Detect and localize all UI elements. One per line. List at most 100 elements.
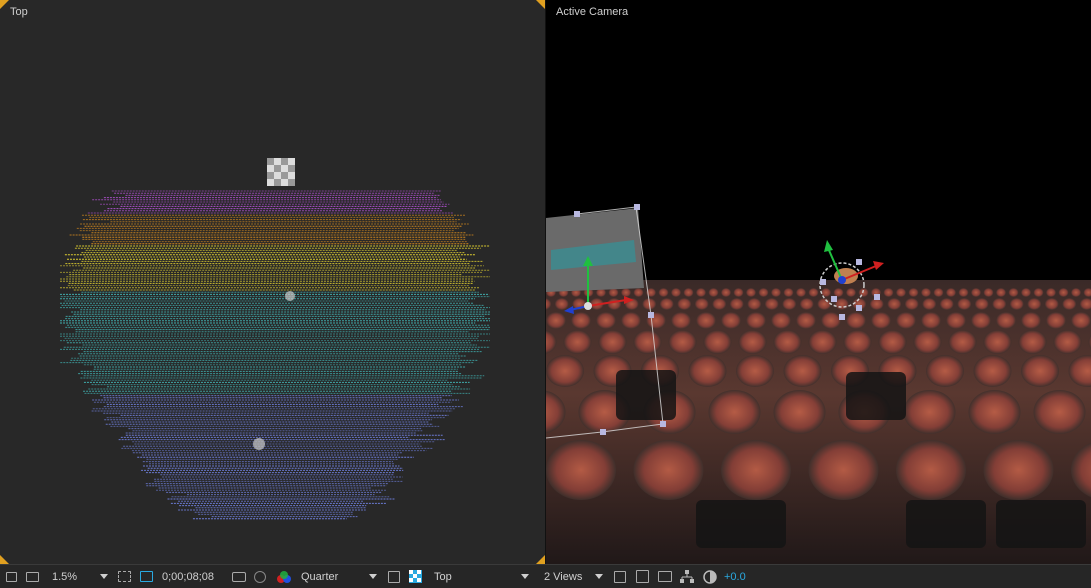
audience-sprite <box>571 312 591 329</box>
active-view-corner <box>536 555 545 564</box>
transparency-grid-icon[interactable] <box>409 565 422 588</box>
audience-sprite <box>555 298 569 310</box>
resolution-dropdown-caret[interactable] <box>369 565 377 588</box>
flowchart-icon[interactable] <box>680 565 694 588</box>
monitor-icon[interactable] <box>26 565 39 588</box>
view-title: Top <box>10 6 28 18</box>
audience-sprite <box>926 355 964 387</box>
view-layout-caret[interactable] <box>595 565 603 588</box>
audience-sprite <box>734 288 744 297</box>
audience-sprite <box>809 330 837 354</box>
audience-sprite <box>1034 390 1086 434</box>
audience-sprite <box>844 330 872 354</box>
color-channels-icon[interactable] <box>276 565 292 588</box>
zoom-dropdown[interactable]: 1.5% <box>52 565 77 588</box>
resolution-value: Quarter <box>301 571 338 583</box>
audience-sprite <box>721 312 741 329</box>
view-layout-dropdown[interactable]: 2 Views <box>544 565 582 588</box>
always-preview-icon[interactable] <box>6 565 17 588</box>
audience-sprite <box>695 298 709 310</box>
audience-sprite <box>774 390 826 434</box>
exposure-value[interactable]: +0.0 <box>724 565 746 588</box>
audience-sprite <box>564 330 592 354</box>
audience-sprite <box>634 330 662 354</box>
audience-sprite <box>896 440 966 500</box>
audience-sprite <box>1027 298 1041 310</box>
view-select-caret[interactable] <box>521 565 529 588</box>
audience-sprite <box>684 288 694 297</box>
audience-sprite <box>957 298 971 310</box>
current-time-display[interactable]: 0;00;08;08 <box>162 565 214 588</box>
audience-sprite <box>1009 288 1019 297</box>
audience-sprite <box>621 312 641 329</box>
audience-sprite <box>712 298 726 310</box>
audience-sprite <box>884 288 894 297</box>
mask-visibility-icon[interactable] <box>140 565 153 588</box>
audience-sprite <box>747 298 761 310</box>
audience-sprite <box>721 288 731 297</box>
view-select-dropdown[interactable]: Top <box>434 565 452 588</box>
camera-render[interactable] <box>546 0 1091 564</box>
audience-sprite <box>759 288 769 297</box>
audience-sprite <box>846 312 866 329</box>
audience-sprite <box>696 288 706 297</box>
audience-sprite <box>914 330 942 354</box>
audience-sprite <box>736 355 774 387</box>
resolution-dropdown[interactable]: Quarter <box>301 565 338 588</box>
active-view-corner <box>0 0 9 9</box>
audience-sprite <box>671 288 681 297</box>
audience-sprite <box>660 298 674 310</box>
active-view-corner <box>0 555 9 564</box>
audience-sprite <box>746 312 766 329</box>
fast-preview-icon[interactable] <box>636 565 649 588</box>
guides-icon[interactable] <box>118 565 131 588</box>
audience-sprite <box>996 288 1006 297</box>
audience-sprite <box>1054 330 1082 354</box>
audience-sprite <box>946 288 956 297</box>
seat-back <box>906 500 986 548</box>
audience-sprite <box>1021 288 1031 297</box>
audience-sprite <box>949 330 977 354</box>
audience-sprite <box>846 288 856 297</box>
audience-sprite <box>696 312 716 329</box>
show-snapshot-icon[interactable] <box>254 565 266 588</box>
audience-sprite <box>546 355 584 387</box>
audience-sprite <box>1010 298 1024 310</box>
camera-snapshot-icon[interactable] <box>232 565 246 588</box>
timeline-icon[interactable] <box>658 565 672 588</box>
audience-sprite <box>621 288 631 297</box>
audience-sprite <box>546 440 616 500</box>
null-layer-checker-icon[interactable] <box>267 158 295 186</box>
audience-sprite <box>607 298 621 310</box>
audience-sprite <box>796 288 806 297</box>
audience-sprite <box>1046 288 1056 297</box>
audience-sprite <box>971 288 981 297</box>
audience-sprite <box>730 298 744 310</box>
top-view-panel[interactable]: Top <box>0 0 546 564</box>
region-of-interest-icon[interactable] <box>388 565 400 588</box>
audience-sprite <box>921 288 931 297</box>
audience-sprite <box>996 312 1016 329</box>
audience-sprite <box>800 298 814 310</box>
audience-sprite <box>1021 355 1059 387</box>
audience-sprite <box>709 390 761 434</box>
audience-sprite <box>896 312 916 329</box>
audience-sprite <box>887 298 901 310</box>
top-view-layers[interactable] <box>0 0 545 564</box>
audience-sprite <box>859 288 869 297</box>
audience-sprite <box>984 440 1054 500</box>
audience-sprite <box>971 312 991 329</box>
zoom-value: 1.5% <box>52 571 77 583</box>
view-title: Active Camera <box>556 6 628 18</box>
audience-sprite <box>940 298 954 310</box>
audience-sprite <box>1045 298 1059 310</box>
exposure-reset-icon[interactable] <box>703 565 717 588</box>
audience-sprite <box>909 288 919 297</box>
audience-sprite <box>904 390 956 434</box>
audience-sprite <box>709 288 719 297</box>
viewer-toolbar: 1.5% 0;00;08;08 Quarter Top 2 Views +0.0 <box>0 564 1091 588</box>
pixel-aspect-icon[interactable] <box>614 565 626 588</box>
audience-sprite <box>596 312 616 329</box>
zoom-dropdown-caret[interactable] <box>100 565 108 588</box>
active-camera-panel[interactable]: Active Camera <box>546 0 1091 564</box>
